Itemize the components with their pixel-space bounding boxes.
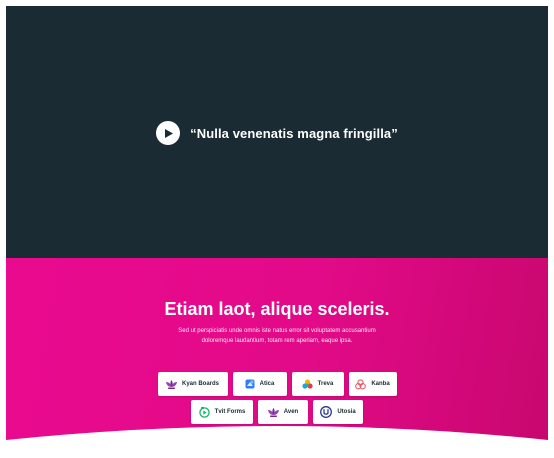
section-description: Sed ut perspiciatis unde omnis iste natu… — [178, 328, 376, 344]
video-cta: “Nulla venenatis magna fringilla” — [6, 121, 548, 145]
u-circle-icon — [320, 406, 333, 418]
brand-row-1: Kyan Boards Atica Treva Kanba — [6, 372, 548, 396]
lotus-icon — [165, 379, 177, 389]
lotus-icon — [267, 407, 279, 417]
video-quote: “Nulla venenatis magna fringilla” — [190, 125, 398, 141]
petals-icon — [302, 378, 313, 389]
section-title: Etiam laot, alique sceleris. — [164, 299, 390, 319]
brand-label: Treva — [317, 381, 334, 387]
brand-card-atica[interactable]: Atica — [232, 372, 287, 396]
brand-card-treva[interactable]: Treva — [291, 372, 344, 396]
play-icon — [165, 128, 174, 138]
play-button[interactable] — [156, 121, 181, 145]
bottom-curve — [6, 426, 548, 454]
play-badge-icon — [198, 406, 210, 418]
brand-label: Aven — [283, 409, 299, 415]
brand-card-tvit-forms[interactable]: Tvit Forms — [191, 400, 253, 424]
rings-icon — [355, 378, 367, 389]
brand-card-aven[interactable]: Aven — [258, 400, 308, 424]
brand-card-kanba[interactable]: Kanba — [348, 372, 397, 396]
brand-card-utosia[interactable]: Utosia — [313, 400, 363, 424]
page-frame: “Nulla venenatis magna fringilla” Etiam … — [6, 6, 548, 454]
brand-label: Kyan Boards — [181, 381, 219, 387]
brand-row-2: Tvit Forms Aven Utosia — [6, 400, 548, 424]
brand-card-kyan-boards[interactable]: Kyan Boards — [157, 372, 228, 396]
brand-label: Kanba — [371, 381, 390, 387]
video-section: “Nulla venenatis magna fringilla” — [6, 6, 548, 258]
brand-label: Atica — [259, 381, 275, 387]
cube-icon — [245, 379, 255, 389]
brand-label: Tvit Forms — [214, 409, 246, 415]
brand-label: Utosia — [337, 409, 356, 415]
